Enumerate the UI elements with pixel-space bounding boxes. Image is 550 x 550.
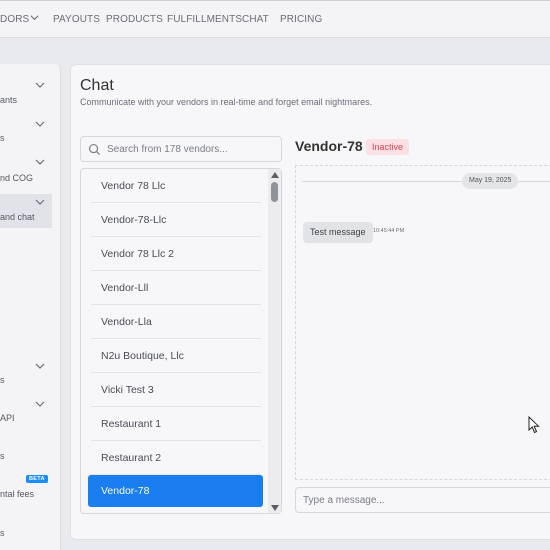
scrollbar-thumb[interactable]	[271, 182, 278, 202]
scroll-down-arrow-icon[interactable]	[271, 505, 279, 511]
scroll-up-arrow-icon[interactable]	[271, 172, 279, 178]
chevron-down-icon[interactable]	[30, 13, 39, 22]
sidebar-item-settings[interactable]: s	[0, 133, 5, 143]
nav-item-pricing[interactable]: PRICING	[280, 14, 322, 25]
sidebar-item-accounts[interactable]: ants	[0, 95, 17, 105]
message-composer[interactable]	[295, 487, 550, 513]
vendor-list-item[interactable]: Vendor-Lll	[91, 271, 261, 305]
sidebar-item-rental-fees[interactable]: ntal fees	[0, 489, 34, 499]
chevron-down-icon[interactable]	[35, 399, 45, 409]
sidebar-item-group-a[interactable]: s	[0, 375, 5, 385]
page-title: Chat	[80, 77, 114, 94]
search-icon	[88, 143, 101, 156]
top-navigation: DORS PAYOUTS PRODUCTS FULFILLMENTS CHAT …	[0, 0, 550, 38]
vendor-list-item[interactable]: Vendor 78 Llc	[91, 169, 261, 203]
vendor-list-item[interactable]: N2u Boutique, Llc	[91, 339, 261, 373]
mouse-cursor-icon	[528, 416, 540, 434]
message-area	[295, 165, 550, 480]
page-subtitle: Communicate with your vendors in real-ti…	[80, 97, 373, 107]
sidebar-item-chat[interactable]: and chat	[0, 212, 35, 222]
search-input[interactable]	[107, 141, 277, 158]
chevron-down-icon[interactable]	[35, 80, 45, 90]
beta-badge: BETA	[26, 475, 48, 483]
vendor-list-item-selected[interactable]: Vendor-78	[88, 475, 263, 507]
vendor-list-item[interactable]: Vendor 78 Llc 2	[91, 237, 261, 271]
vendor-list-scrollbar[interactable]	[268, 169, 281, 513]
chevron-down-icon[interactable]	[35, 157, 45, 167]
sidebar-item-group-c[interactable]: s	[0, 528, 5, 538]
date-label: May 19, 2025	[462, 173, 519, 189]
nav-item-vendors[interactable]: DORS	[0, 14, 29, 25]
nav-item-products[interactable]: PRODUCTS	[106, 14, 163, 25]
sidebar-item-api[interactable]: API	[0, 413, 15, 423]
nav-item-fulfillments[interactable]: FULFILLMENTS	[167, 14, 242, 25]
sidebar-item-group-b[interactable]: s	[0, 451, 5, 461]
vendor-list-item[interactable]: Vendor-78-Llc	[91, 203, 261, 237]
chevron-down-icon[interactable]	[35, 119, 45, 129]
status-badge: Inactive	[366, 139, 410, 155]
vendor-list-item[interactable]: Vicki Test 3	[91, 373, 261, 407]
sidebar-item-cog[interactable]: nd COG	[0, 173, 33, 183]
message-bubble: Test message	[303, 222, 373, 243]
message-timestamp: 10:45:44 PM	[373, 228, 405, 234]
vendor-list-item[interactable]: Restaurant 2	[91, 441, 261, 475]
chat-vendor-name: Vendor-78	[295, 138, 363, 154]
nav-item-payouts[interactable]: PAYOUTS	[53, 14, 100, 25]
vendor-search[interactable]	[80, 136, 282, 162]
vendor-list: Vendor 78 Llc Vendor-78-Llc Vendor 78 Ll…	[80, 168, 282, 514]
sidebar: ants s nd COG and chat s API s BETA ntal…	[0, 64, 61, 550]
message-input[interactable]	[303, 492, 543, 509]
vendor-list-item[interactable]: Vendor-Lla	[91, 305, 261, 339]
chevron-down-icon[interactable]	[35, 361, 45, 371]
nav-item-chat[interactable]: CHAT	[242, 14, 269, 25]
chevron-down-icon[interactable]	[35, 197, 45, 207]
vendor-list-item[interactable]: Restaurant 1	[91, 407, 261, 441]
